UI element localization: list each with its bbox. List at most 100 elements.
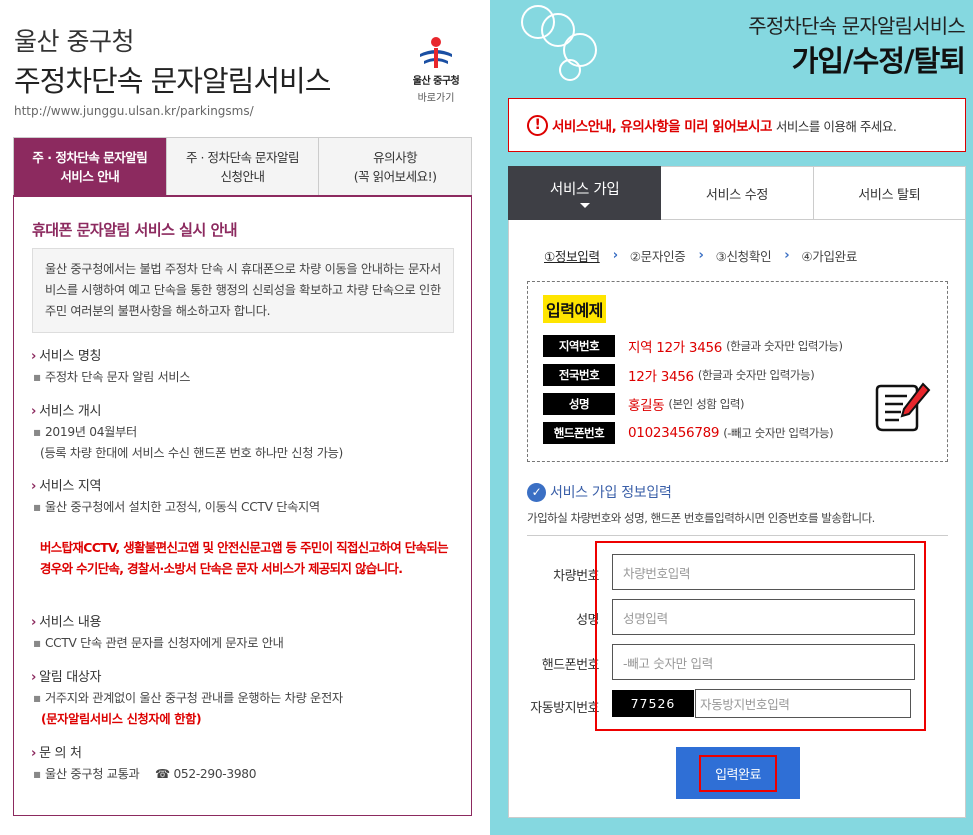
input-example-box: 입력예제 지역번호 지역 12가 3456 (한글과 숫자만 입력가능) 전국번… xyxy=(527,281,948,462)
decorative-circles-icon xyxy=(521,5,597,81)
service-url: http://www.junggu.ulsan.kr/parkingsms/ xyxy=(14,104,254,118)
warning-text: 버스탑재CCTV, 생활불편신고앱 및 안전신문고앱 등 주민이 직접신고하여 … xyxy=(40,540,449,576)
section-service-name: › 서비스 명칭 ▪ 주정차 단속 문자 알림 서비스 xyxy=(31,345,461,388)
section-heading: 서비스 개시 xyxy=(39,404,102,419)
service-guide-content: 휴대폰 문자알림 서비스 실시 안내 울산 중구청에서는 불법 주정차 단속 시… xyxy=(13,195,472,816)
chevron-right-icon: › xyxy=(31,670,37,685)
alert-strong-text: 서비스안내, 유의사항을 미리 읽어보시고 xyxy=(552,119,772,135)
exclamation-icon: ! xyxy=(527,114,548,136)
phone-icon: ☎ xyxy=(155,767,170,781)
info-heading-text: 서비스 가입 정보입력 xyxy=(550,485,672,501)
section-body-note: (문자알림서비스 신청자에 한함) xyxy=(41,712,202,726)
example-value: 12가 3456 xyxy=(628,369,694,385)
chevron-right-icon: › xyxy=(784,248,790,263)
alert-text: 서비스를 이용해 주세요. xyxy=(775,118,897,134)
chevron-right-icon: › xyxy=(31,349,37,364)
section-heading: 문 의 처 xyxy=(39,746,82,761)
submit-label: 입력완료 xyxy=(699,754,777,792)
right-title: 가입/수정/탈퇴 xyxy=(791,44,966,78)
section-heading: 서비스 명칭 xyxy=(39,349,102,364)
section-service-area: › 서비스 지역 ▪ 울산 중구청에서 설치한 고정식, 이동식 CCTV 단속지역 xyxy=(31,475,461,518)
chevron-right-icon: › xyxy=(698,248,704,263)
section-body: 2019년 04월부터 xyxy=(44,425,137,439)
alert-box: ! 서비스안내, 유의사항을 미리 읽어보시고 서비스를 이용해 주세요. xyxy=(508,98,966,152)
service-title: 주정차단속 문자알림서비스 xyxy=(14,64,331,98)
example-label: 지역번호 xyxy=(543,335,615,357)
section-body-note: (등록 차량 한대에 서비스 수신 핸드폰 번호 하나만 신청 가능) xyxy=(40,446,343,460)
example-row: 핸드폰번호 01023456789 (-빼고 숫자만 입력가능) xyxy=(543,422,834,444)
caret-down-icon xyxy=(579,203,590,208)
contact-department: 울산 중구청 교통과 xyxy=(44,767,140,781)
section-service-content: › 서비스 내용 ▪ CCTV 단속 관련 문자를 신청자에게 문자로 안내 xyxy=(31,611,461,654)
district-emblem-icon xyxy=(420,37,452,68)
example-label: 성명 xyxy=(543,393,615,415)
phone-label: 핸드폰번호 xyxy=(541,658,600,673)
bullet-icon: ▪ xyxy=(33,370,41,384)
car-number-label: 차량번호 xyxy=(553,569,599,584)
example-value: 지역 12가 3456 xyxy=(628,340,723,356)
chevron-right-icon: › xyxy=(31,479,37,494)
input-highlight-frame xyxy=(595,541,926,731)
section-body: 울산 중구청에서 설치한 고정식, 이동식 CCTV 단속지역 xyxy=(44,500,320,514)
notice-heading: 휴대폰 문자알림 서비스 실시 안내 xyxy=(32,221,238,239)
example-value: 홍길동 xyxy=(628,398,665,414)
section-target: › 알림 대상자 ▪ 거주지와 관계없이 울산 중구청 관내를 운행하는 차량 운전… xyxy=(31,666,461,730)
submit-button[interactable]: 입력완료 xyxy=(676,747,800,799)
example-label: 핸드폰번호 xyxy=(543,422,615,444)
right-panel: 주정차단속 문자알림서비스 가입/수정/탈퇴 ! 서비스안내, 유의사항을 미리… xyxy=(490,0,973,835)
contact-phone: 052-290-3980 xyxy=(173,767,257,781)
logo-name: 울산 중구청 xyxy=(412,76,460,87)
section-heading: 알림 대상자 xyxy=(39,670,102,685)
step-info-input: ①정보입력 xyxy=(544,249,600,264)
name-label: 성명 xyxy=(576,613,599,628)
example-note: (-빼고 숫자만 입력가능) xyxy=(723,426,834,440)
example-title: 입력예제 xyxy=(543,295,606,323)
bullet-icon: ▪ xyxy=(33,425,41,439)
bullet-icon: ▪ xyxy=(33,500,41,514)
chevron-right-icon: › xyxy=(31,746,37,761)
section-body: CCTV 단속 관련 문자를 신청자에게 문자로 안내 xyxy=(44,636,284,650)
chevron-right-icon: › xyxy=(612,248,618,263)
join-form-panel: ①정보입력 › ②문자인증 › ③신청확인 › ④가입완료 입력예제 지역번호 … xyxy=(508,220,966,818)
progress-steps: ①정보입력 › ②문자인증 › ③신청확인 › ④가입완료 xyxy=(544,246,865,265)
example-row: 전국번호 12가 3456 (한글과 숫자만 입력가능) xyxy=(543,364,815,386)
example-label: 전국번호 xyxy=(543,364,615,386)
example-row: 지역번호 지역 12가 3456 (한글과 숫자만 입력가능) xyxy=(543,335,843,357)
step-complete: ④가입완료 xyxy=(801,249,858,264)
right-subtitle: 주정차단속 문자알림서비스 xyxy=(748,14,966,38)
section-service-start: › 서비스 개시 ▪ 2019년 04월부터 (등록 차량 한대에 서비스 수신 핸… xyxy=(31,400,461,464)
chevron-right-icon: › xyxy=(31,404,37,419)
section-contact: › 문 의 처 ▪ 울산 중구청 교통과 ☎ 052-290-3980 xyxy=(31,742,461,785)
logo-shortcut-label: 바로가기 xyxy=(417,93,455,104)
tab-service-modify[interactable]: 서비스 수정 xyxy=(661,166,814,220)
intro-text: 울산 중구청에서는 불법 주정차 단속 시 휴대폰으로 차량 이동을 안내하는 … xyxy=(32,248,454,333)
left-panel: 울산 중구청 주정차단속 문자알림서비스 http://www.junggu.u… xyxy=(0,0,490,835)
section-body: 주정차 단속 문자 알림 서비스 xyxy=(44,370,191,384)
tab-service-guide[interactable]: 주 · 정차단속 문자알림 서비스 안내 xyxy=(14,138,167,195)
info-tabs: 주 · 정차단속 문자알림 서비스 안내 주 · 정차단속 문자알림 신청안내 … xyxy=(13,137,472,195)
example-note: (한글과 숫자만 입력가능) xyxy=(726,339,843,353)
example-value: 01023456789 xyxy=(628,425,720,441)
section-body: 거주지와 관계없이 울산 중구청 관내를 운행하는 차량 운전자 xyxy=(44,691,343,705)
example-note: (본인 성함 입력) xyxy=(668,397,745,411)
example-row: 성명 홍길동 (본인 성함 입력) xyxy=(543,393,745,415)
example-note: (한글과 숫자만 입력가능) xyxy=(697,368,815,382)
district-logo-link[interactable]: 울산 중구청 바로가기 xyxy=(404,36,468,104)
bullet-icon: ▪ xyxy=(33,636,41,650)
bullet-icon: ▪ xyxy=(33,767,41,781)
bullet-icon: ▪ xyxy=(33,691,41,705)
tab-service-withdraw[interactable]: 서비스 탈퇴 xyxy=(813,166,966,220)
info-description: 가입하실 차량번호와 성명, 핸드폰 번호를입력하시면 인증번호를 발송합니다. xyxy=(527,511,875,525)
tab-label: 서비스 가입 xyxy=(549,182,620,198)
step-confirm: ③신청확인 xyxy=(715,249,772,264)
tab-service-join[interactable]: 서비스 가입 xyxy=(508,166,662,220)
form-divider xyxy=(527,535,948,536)
city-name: 울산 중구청 xyxy=(14,27,134,56)
service-tabs: 서비스 가입 서비스 수정 서비스 탈퇴 xyxy=(508,166,966,220)
chevron-right-icon: › xyxy=(31,615,37,630)
tab-precautions[interactable]: 유의사항 (꼭 읽어보세요!) xyxy=(319,138,472,195)
captcha-label: 자동방지번호 xyxy=(530,701,599,716)
section-heading: 서비스 내용 xyxy=(39,615,102,630)
tab-application-guide[interactable]: 주 · 정차단속 문자알림 신청안내 xyxy=(166,138,320,195)
step-sms-auth: ②문자인증 xyxy=(629,249,686,264)
